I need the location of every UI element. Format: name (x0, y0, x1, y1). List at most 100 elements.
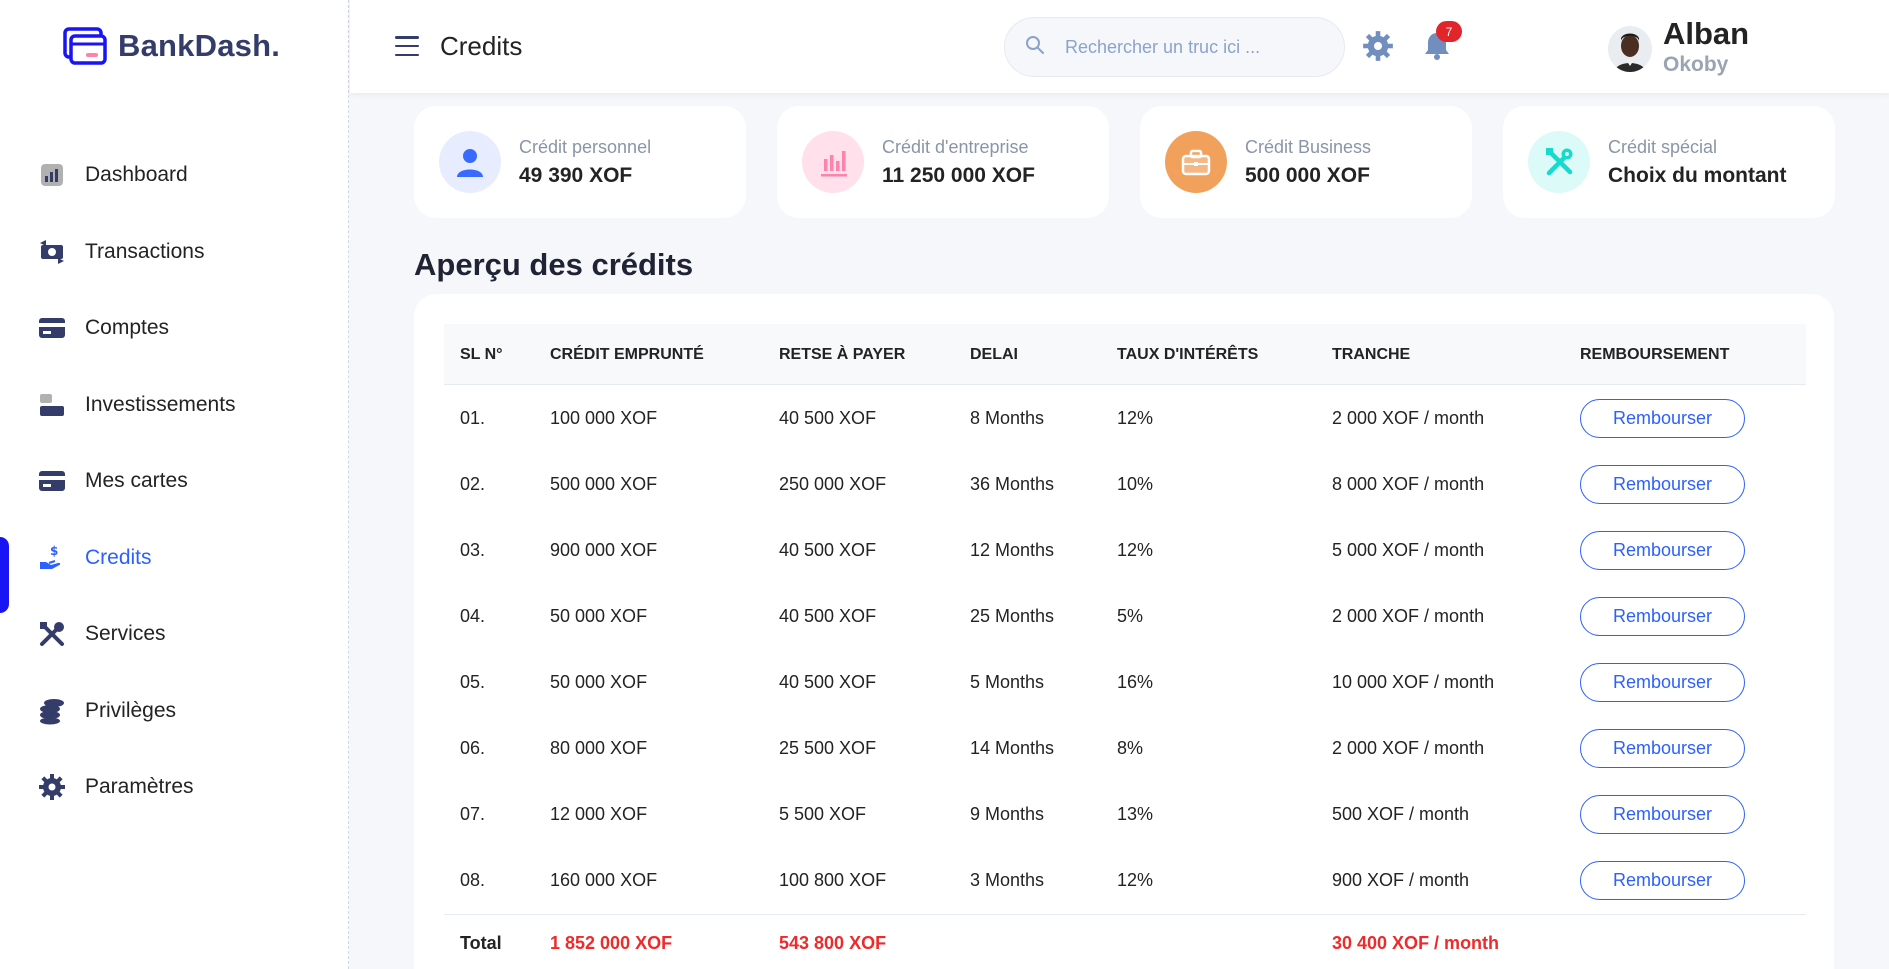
logo[interactable]: BankDash. (62, 26, 280, 66)
rembourser-button[interactable]: Rembourser (1580, 795, 1745, 834)
sidebar-item-label: Transactions (85, 239, 205, 263)
cell-remaining: 250 000 XOF (779, 473, 887, 494)
user-last-name: Okoby (1663, 53, 1729, 76)
cell-installment: 5 000 XOF / month (1332, 539, 1485, 560)
briefcase-icon (1165, 131, 1227, 193)
table-row: 06. 80 000 XOF 25 500 XOF 14 Months 8% 2 000 … (444, 715, 1806, 781)
rembourser-button[interactable]: Rembourser (1580, 597, 1745, 636)
cell-sl-number: 01. (460, 407, 486, 428)
cell-sl-number: 08. (460, 869, 486, 890)
cell-borrowed: 50 000 XOF (550, 671, 648, 692)
credit-card-personal[interactable]: Crédit personnel 49 390 XOF (414, 106, 746, 218)
card-label: Crédit spécial (1608, 136, 1718, 157)
card-value: 11 250 000 XOF (882, 163, 1035, 187)
privileges-icon (38, 697, 66, 725)
cell-borrowed: 900 000 XOF (550, 539, 658, 560)
table-row: 04. 50 000 XOF 40 500 XOF 25 Months 5% 2 000 … (444, 583, 1806, 649)
cell-installment: 10 000 XOF / month (1332, 671, 1495, 692)
card-label: Crédit personnel (519, 136, 652, 157)
rembourser-button[interactable]: Rembourser (1580, 399, 1745, 438)
column-header: SL N° (460, 345, 503, 363)
services-icon (38, 620, 66, 648)
cell-duration: 8 Months (970, 407, 1045, 428)
total-label: Total (460, 932, 502, 953)
credit-card-special[interactable]: Crédit spécial Choix du montant (1503, 106, 1835, 218)
rembourser-button[interactable]: Rembourser (1580, 729, 1745, 768)
avatar[interactable] (1608, 26, 1652, 72)
credit-card-enterprise[interactable]: Crédit d'entreprise 11 250 000 XOF (777, 106, 1109, 218)
cell-borrowed: 100 000 XOF (550, 407, 658, 428)
column-header: TRANCHE (1332, 345, 1411, 363)
sidebar-item-dashboard[interactable]: Dashboard (0, 137, 349, 214)
bar-chart-icon (802, 131, 864, 193)
table-row: 01. 100 000 XOF 40 500 XOF 8 Months 12% 2 000… (444, 385, 1806, 451)
bankdash-logo-icon (62, 26, 108, 66)
card-label: Crédit Business (1245, 136, 1372, 157)
cell-remaining: 25 500 XOF (779, 737, 877, 758)
investments-icon (38, 391, 66, 419)
transactions-icon (38, 238, 66, 266)
column-header: RETSE À PAYER (779, 345, 906, 363)
rembourser-button[interactable]: Rembourser (1580, 861, 1745, 900)
tools-icon (1528, 131, 1590, 193)
cell-sl-number: 04. (460, 605, 486, 626)
cell-installment: 2 000 XOF / month (1332, 407, 1485, 428)
hamburger-menu-icon[interactable] (395, 36, 419, 56)
cell-interest-rate: 5% (1117, 605, 1144, 626)
cell-interest-rate: 10% (1117, 473, 1154, 494)
sidebar-item-label: Investissements (85, 392, 236, 416)
sidebar: BankDash. Dashboard Transactions Comptes… (0, 0, 349, 969)
sidebar-item-transactions[interactable]: Transactions (0, 214, 349, 291)
cell-interest-rate: 12% (1117, 407, 1154, 428)
cell-remaining: 40 500 XOF (779, 539, 877, 560)
table-row: 03. 900 000 XOF 40 500 XOF 12 Months 12% 5 00… (444, 517, 1806, 583)
table-row: 05. 50 000 XOF 40 500 XOF 5 Months 16% 10 000… (444, 649, 1806, 715)
sidebar-item-mes-cartes[interactable]: Mes cartes (0, 443, 349, 520)
app-name: BankDash. (118, 28, 281, 63)
cell-remaining: 100 800 XOF (779, 869, 887, 890)
credit-card-icon (38, 467, 66, 495)
total-row: Total 1 852 000 XOF 543 800 XOF 30 400 X… (444, 914, 1806, 969)
sidebar-item-services[interactable]: Services (0, 596, 349, 673)
sidebar-item-investissements[interactable]: Investissements (0, 367, 349, 444)
search-bar[interactable] (1004, 17, 1345, 77)
table-row: 07. 12 000 XOF 5 500 XOF 9 Months 13% 500 XOF… (444, 781, 1806, 847)
user-first-name: Alban (1663, 16, 1750, 51)
cell-sl-number: 02. (460, 473, 486, 494)
sidebar-item-label: Dashboard (85, 163, 188, 187)
rembourser-button[interactable]: Rembourser (1580, 663, 1745, 702)
column-header: DELAI (970, 345, 1018, 363)
credits-table: SL N° CRÉDIT EMPRUNTÉ RETSE À PAYER DELA… (414, 294, 1834, 969)
rembourser-button[interactable]: Rembourser (1580, 465, 1745, 504)
cell-installment: 500 XOF / month (1332, 803, 1470, 824)
sidebar-item-comptes[interactable]: Comptes (0, 290, 349, 367)
page-title: Credits (440, 31, 523, 61)
cell-remaining: 40 500 XOF (779, 605, 877, 626)
section-title: Aperçu des crédits (414, 247, 694, 282)
cell-sl-number: 06. (460, 737, 486, 758)
cell-duration: 3 Months (970, 869, 1045, 890)
cell-borrowed: 160 000 XOF (550, 869, 658, 890)
settings-gear-icon[interactable] (1362, 30, 1394, 62)
sidebar-item-label: Paramètres (85, 775, 194, 799)
sidebar-item-label: Services (85, 622, 166, 646)
sidebar-item-privileges[interactable]: Privilèges (0, 673, 349, 750)
cell-borrowed: 50 000 XOF (550, 605, 648, 626)
search-input[interactable] (1065, 36, 1305, 58)
dashboard-icon (38, 161, 66, 189)
rembourser-button[interactable]: Rembourser (1580, 531, 1745, 570)
sidebar-item-parametres[interactable]: Paramètres (0, 749, 349, 826)
cell-sl-number: 05. (460, 671, 486, 692)
credit-card-business[interactable]: Crédit Business 500 000 XOF (1140, 106, 1472, 218)
cell-borrowed: 12 000 XOF (550, 803, 648, 824)
notification-badge: 7 (1436, 21, 1462, 42)
card-label: Crédit d'entreprise (882, 136, 1029, 157)
cell-sl-number: 03. (460, 539, 486, 560)
sidebar-item-credits[interactable]: $ Credits (0, 520, 349, 613)
table-row: 02. 500 000 XOF 250 000 XOF 36 Months 10% 8 0… (444, 451, 1806, 517)
cell-duration: 14 Months (970, 737, 1055, 758)
total-remaining: 543 800 XOF (779, 932, 887, 953)
cell-interest-rate: 16% (1117, 671, 1154, 692)
cell-interest-rate: 12% (1117, 539, 1154, 560)
total-installment: 30 400 XOF / month (1332, 932, 1500, 953)
